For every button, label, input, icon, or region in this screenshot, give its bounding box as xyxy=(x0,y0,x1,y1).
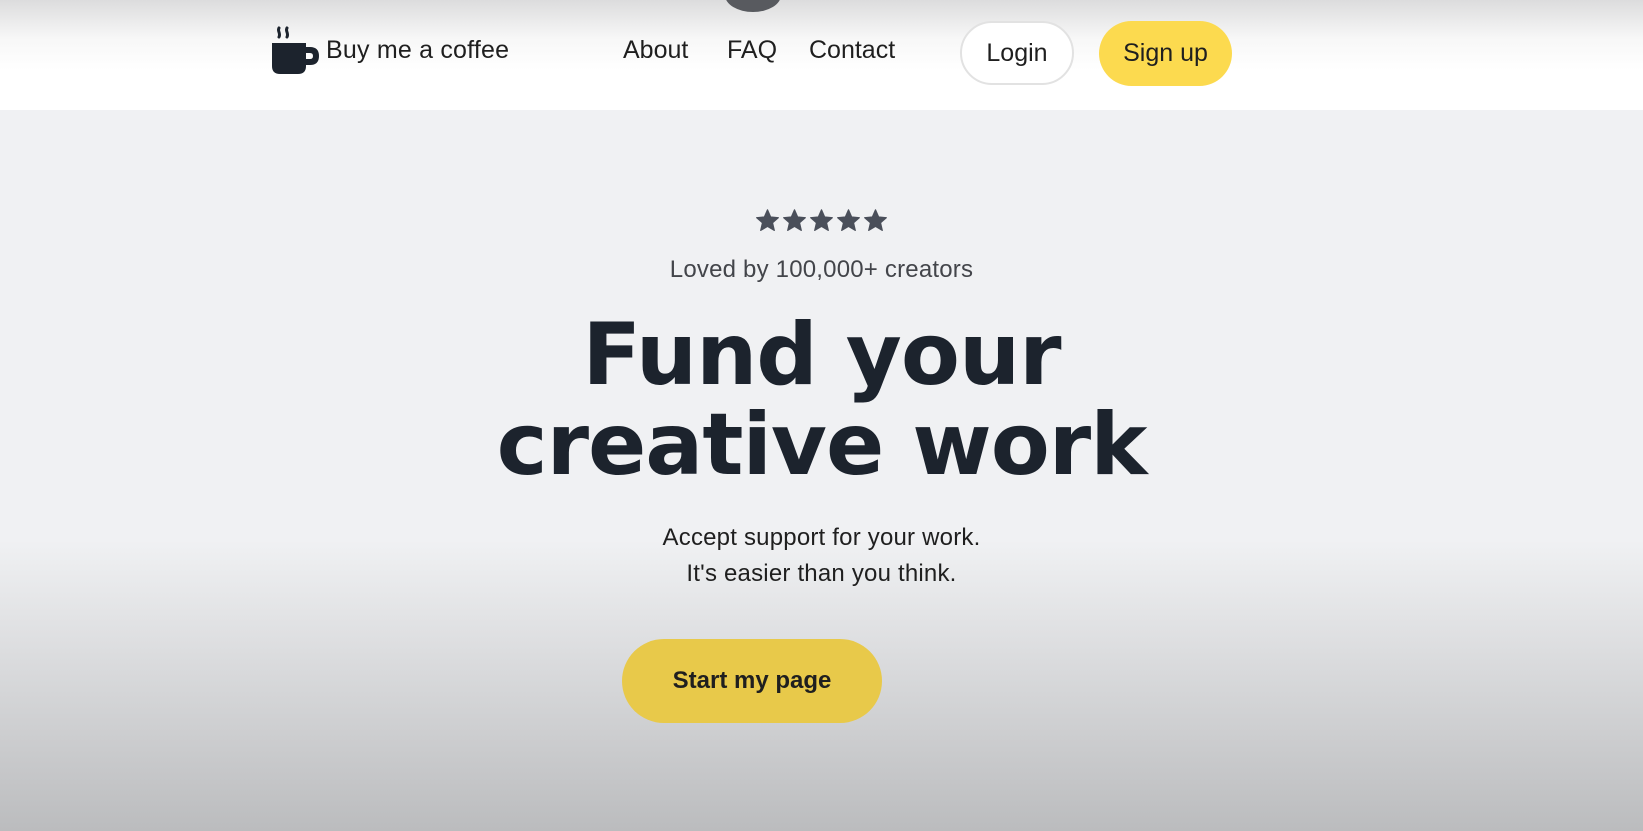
star-icon xyxy=(810,209,833,232)
subtext-line-1: Accept support for your work. xyxy=(662,524,981,551)
nav-link-faq[interactable]: FAQ xyxy=(727,36,777,65)
brand-logo[interactable]: Buy me a coffee xyxy=(270,22,509,78)
nav-link-about[interactable]: About xyxy=(623,36,688,65)
star-icon xyxy=(837,209,860,232)
landing-page: Buy me a coffee About FAQ Contact Login … xyxy=(0,0,1643,831)
star-icon xyxy=(756,209,779,232)
hero-headline: Fund your creative work xyxy=(0,310,1643,490)
star-rating xyxy=(0,208,1643,233)
nav-link-contact[interactable]: Contact xyxy=(809,36,895,65)
signup-button[interactable]: Sign up xyxy=(1099,21,1232,86)
rating-text: Loved by 100,000+ creators xyxy=(669,256,974,283)
login-button[interactable]: Login xyxy=(960,21,1074,85)
start-my-page-button[interactable]: Start my page xyxy=(622,639,882,723)
star-icon xyxy=(864,209,887,232)
coffee-cup-icon xyxy=(272,26,319,74)
navbar: Buy me a coffee About FAQ Contact Login … xyxy=(0,0,1643,110)
star-icon xyxy=(783,209,806,232)
headline-line-1: Fund your xyxy=(582,305,1061,405)
subtext-line-2: It's easier than you think. xyxy=(686,560,957,587)
hero-subtext: Accept support for your work. It's easie… xyxy=(0,520,1643,592)
headline-line-2: creative work xyxy=(496,395,1148,495)
brand-name: Buy me a coffee xyxy=(326,35,510,64)
